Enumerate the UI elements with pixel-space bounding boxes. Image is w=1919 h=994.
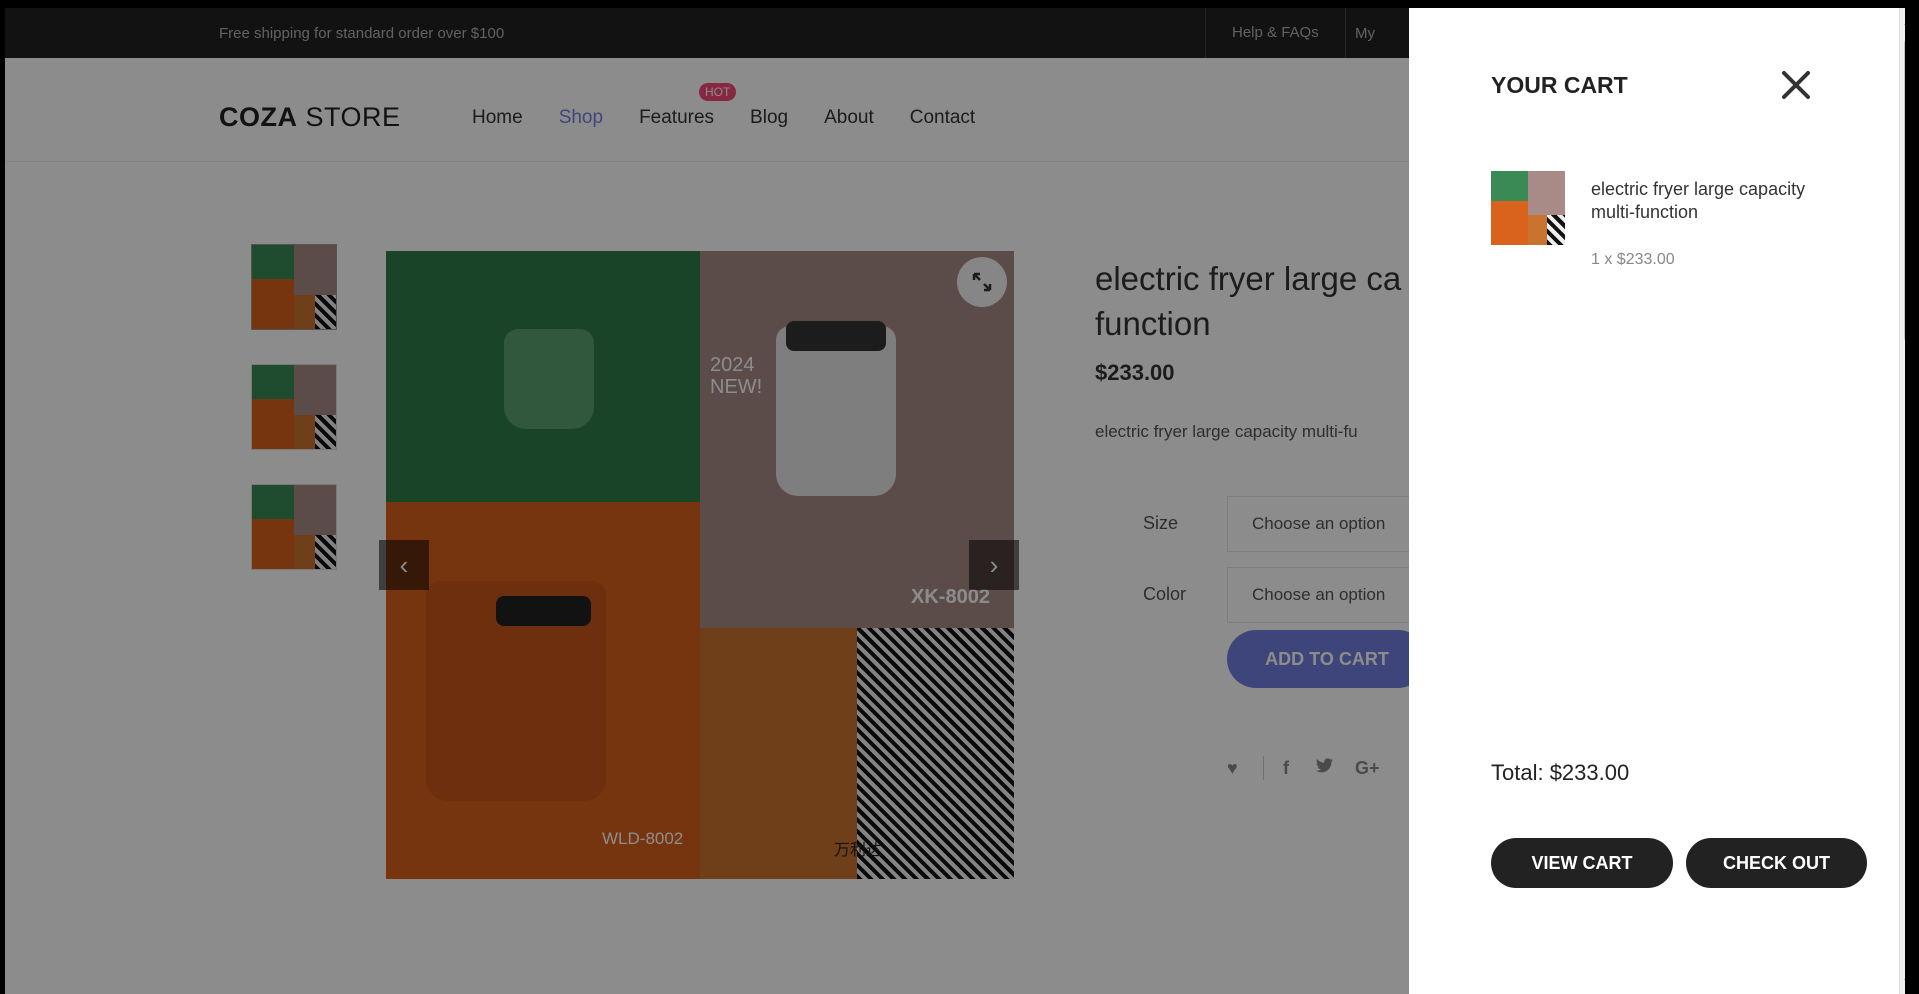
cart-total: Total: $233.00	[1491, 760, 1630, 785]
view-cart-button[interactable]: VIEW CART	[1491, 838, 1673, 888]
scroll-up-arrow-icon[interactable]	[1904, 18, 1905, 25]
close-cart-button[interactable]	[1779, 68, 1813, 102]
cart-item-name[interactable]: electric fryer large capacity multi-func…	[1591, 178, 1841, 224]
page-scrollbar[interactable]	[1899, 8, 1905, 994]
browser-window: Free shipping for standard order over $1…	[5, 8, 1905, 994]
cart-item-thumbnail[interactable]	[1491, 171, 1565, 245]
cart-item-qty-price: 1 x $233.00	[1591, 251, 1675, 268]
cart-panel: YOUR CART electric fryer large capacity …	[1409, 8, 1899, 994]
scroll-down-arrow-icon[interactable]	[1904, 979, 1905, 986]
scrollbar-thumb[interactable]	[1904, 38, 1905, 343]
cart-title: YOUR CART	[1491, 72, 1628, 98]
checkout-button[interactable]: CHECK OUT	[1686, 838, 1867, 888]
